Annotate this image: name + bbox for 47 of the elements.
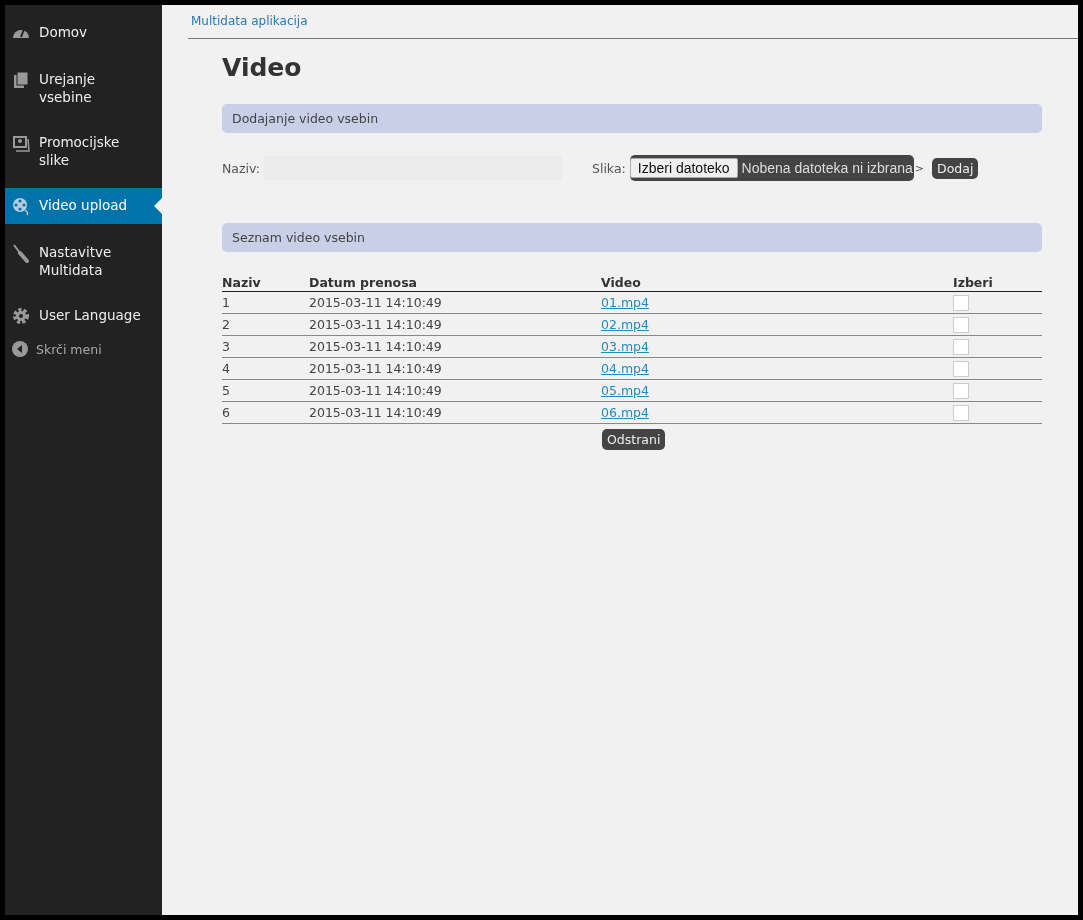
table-cell: 2015-03-11 14:10:49 — [309, 383, 442, 398]
screwdriver-icon — [11, 243, 31, 263]
checkbox[interactable] — [953, 404, 969, 421]
table-cell: 3 — [222, 339, 230, 354]
table-cell: 2015-03-11 14:10:49 — [309, 295, 442, 310]
checkbox[interactable] — [953, 316, 969, 333]
collapse-icon — [12, 341, 28, 357]
film-reel-icon — [11, 196, 31, 216]
column-header: Datum prenosa — [309, 274, 601, 292]
gear-icon — [11, 306, 31, 326]
column-header: Video — [601, 274, 953, 292]
table-cell: 1 — [222, 295, 230, 310]
choose-file-button[interactable]: Izberi datoteko — [629, 158, 738, 178]
column-header: Izberi — [953, 274, 1042, 292]
collapse-menu-link[interactable]: Skrči meni — [5, 341, 162, 357]
photos-icon — [11, 133, 31, 153]
breadcrumb-link[interactable]: Multidata aplikacija — [191, 14, 308, 28]
section-header: Dodajanje video vsebin — [222, 104, 1042, 133]
table-cell: 2015-03-11 14:10:49 — [309, 361, 442, 376]
field-label: Slika: — [592, 160, 626, 176]
table-cell: 6 — [222, 405, 230, 420]
page-title: Video — [222, 53, 303, 82]
table-cell: 2 — [222, 317, 230, 332]
column-header: Naziv — [222, 274, 309, 292]
add-button[interactable]: Dodaj — [932, 157, 979, 179]
stray-text: > — [914, 161, 925, 175]
table-cell: 2015-03-11 14:10:49 — [309, 339, 442, 354]
sidebar-item[interactable]: Domov — [5, 15, 162, 51]
table-cell: 2015-03-11 14:10:49 — [309, 405, 442, 420]
table-cell: 5 — [222, 383, 230, 398]
checkbox[interactable] — [953, 338, 969, 355]
active-pointer — [154, 198, 162, 214]
sidebar-item[interactable]: User Language — [5, 298, 162, 334]
file-picker[interactable]: Izberi datoteko Nobena datoteka ni izbrana — [629, 155, 914, 181]
table-cell: 2015-03-11 14:10:49 — [309, 317, 442, 332]
sidebar-item[interactable]: Nastavitve Multidata — [5, 235, 162, 287]
pages-icon — [11, 70, 31, 90]
field-label: Naziv: — [222, 160, 260, 176]
checkbox[interactable] — [953, 382, 969, 399]
section-header: Seznam video vsebin — [222, 223, 1042, 252]
checkbox[interactable] — [953, 360, 969, 377]
checkbox[interactable] — [953, 294, 969, 311]
sidebar-item[interactable]: Urejanje vsebine — [5, 62, 162, 114]
sidebar-item[interactable]: Video upload — [5, 188, 162, 224]
remove-button[interactable]: Odstrani — [602, 429, 666, 450]
table-cell: 4 — [222, 361, 230, 376]
sidebar-item[interactable]: Promocijske slike — [5, 125, 162, 177]
